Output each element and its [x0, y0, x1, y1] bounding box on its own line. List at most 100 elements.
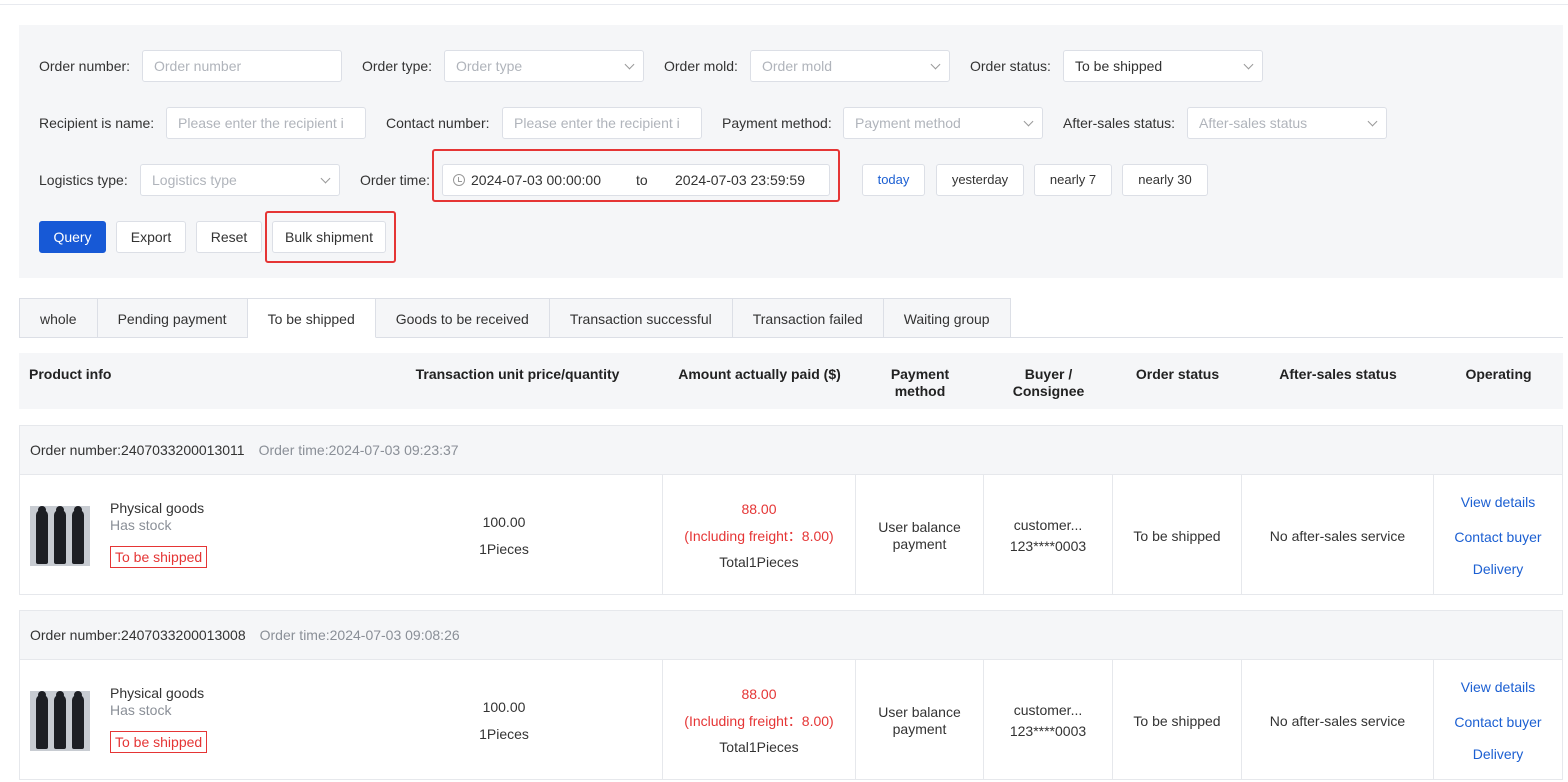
col-unit-price: Transaction unit price/quantity — [415, 366, 620, 382]
quantity: 1Pieces — [479, 541, 529, 557]
after-sales-cell: No after-sales service — [1242, 660, 1434, 780]
payment-method-placeholder: Payment method — [855, 115, 961, 131]
tab-transaction-failed[interactable]: Transaction failed — [732, 298, 884, 338]
order-time-label: Order time: — [360, 172, 431, 188]
order-status-label: Order status: — [970, 58, 1051, 74]
after-sales-placeholder: After-sales status — [1199, 115, 1308, 131]
order-status-value: To be shipped — [1075, 58, 1163, 74]
col-order-status: Order status — [1135, 366, 1220, 382]
export-button[interactable]: Export — [116, 221, 186, 253]
highlight-box-order-time — [432, 149, 840, 202]
chevron-down-icon — [1243, 59, 1254, 70]
table-header: Product info Transaction unit price/quan… — [19, 353, 1563, 409]
contact-number-input[interactable]: Please enter the recipient i — [502, 107, 702, 139]
chevron-down-icon — [320, 173, 331, 184]
product-stock: Has stock — [110, 702, 172, 718]
figure-body — [72, 695, 84, 749]
buyer-phone: 123****0003 — [1009, 723, 1087, 739]
reset-button[interactable]: Reset — [196, 221, 262, 253]
unit-price: 100.00 — [482, 514, 526, 530]
order-number: Order number:2407033200013011 — [30, 442, 245, 458]
order-card: Order number:2407033200013008 Order time:… — [19, 610, 1563, 780]
order-header: Order number:2407033200013011 Order time:… — [20, 426, 1562, 475]
status-badge: To be shipped — [110, 546, 208, 568]
tabs-divider — [1010, 337, 1563, 338]
view-details-link[interactable]: View details — [1434, 679, 1562, 696]
product-cell: Physical goods Has stock To be shipped 1… — [20, 660, 663, 780]
order-type-select[interactable]: Order type — [444, 50, 644, 82]
buyer-name: customer... — [1013, 702, 1083, 718]
logistics-type-select[interactable]: Logistics type — [140, 164, 340, 196]
order-time: Order time:2024-07-03 09:08:26 — [259, 627, 460, 643]
amount-paid: 88.00 — [741, 686, 777, 702]
buyer-name: customer... — [1013, 517, 1083, 533]
quick-range-yesterday[interactable]: yesterday — [936, 164, 1024, 196]
after-sales-label: After-sales status: — [1063, 115, 1176, 131]
freight-info: (Including freight：8.00) — [684, 528, 834, 544]
product-thumbnail[interactable] — [30, 506, 90, 566]
total-pieces: Total1Pieces — [719, 554, 799, 570]
freight-info: (Including freight：8.00) — [684, 713, 834, 729]
tab-pending-payment[interactable]: Pending payment — [97, 298, 248, 338]
after-sales-status: No after-sales service — [1269, 713, 1406, 729]
order-time: Order time:2024-07-03 09:23:37 — [258, 442, 459, 458]
order-mold-label: Order mold: — [664, 58, 738, 74]
status-badge: To be shipped — [110, 731, 208, 753]
payment-cell: User balance payment — [856, 475, 984, 595]
quick-range-nearly-30[interactable]: nearly 30 — [1122, 164, 1208, 196]
order-number: Order number:2407033200013008 — [30, 627, 246, 643]
col-payment-method-line1: Payment — [890, 366, 950, 382]
figure-body — [54, 510, 66, 564]
tab-whole[interactable]: whole — [19, 298, 98, 338]
order-header: Order number:2407033200013008 Order time:… — [20, 611, 1562, 660]
tab-goods-to-be-received[interactable]: Goods to be received — [375, 298, 550, 338]
chevron-down-icon — [1367, 116, 1378, 127]
view-details-link[interactable]: View details — [1434, 494, 1562, 511]
product-cell: Physical goods Has stock To be shipped 1… — [20, 475, 663, 595]
tab-waiting-group[interactable]: Waiting group — [883, 298, 1011, 338]
after-sales-select[interactable]: After-sales status — [1187, 107, 1387, 139]
col-after-sales-status: After-sales status — [1279, 366, 1397, 382]
status-tabs: whole Pending payment To be shipped Good… — [19, 298, 1011, 338]
unit-price: 100.00 — [482, 699, 526, 715]
operating-cell: View details Contact buyer Delivery — [1434, 660, 1562, 780]
product-thumbnail[interactable] — [30, 691, 90, 751]
order-type-label: Order type: — [362, 58, 433, 74]
order-number-input[interactable]: Order number — [142, 50, 342, 82]
delivery-link[interactable]: Delivery — [1434, 746, 1562, 763]
buyer-phone: 123****0003 — [1009, 538, 1087, 554]
query-button[interactable]: Query — [39, 221, 106, 253]
order-card: Order number:2407033200013011 Order time:… — [19, 425, 1563, 595]
recipient-input[interactable]: Please enter the recipient i — [166, 107, 366, 139]
operating-cell: View details Contact buyer Delivery — [1434, 475, 1562, 595]
amount-paid: 88.00 — [741, 501, 777, 517]
amount-cell: 88.00 (Including freight：8.00) Total1Pie… — [663, 660, 856, 780]
logistics-type-label: Logistics type: — [39, 172, 128, 188]
payment-method-select[interactable]: Payment method — [843, 107, 1043, 139]
logistics-type-placeholder: Logistics type — [152, 172, 237, 188]
tab-to-be-shipped[interactable]: To be shipped — [247, 298, 376, 338]
payment-cell: User balance payment — [856, 660, 984, 780]
order-status: To be shipped — [1133, 713, 1221, 729]
tab-transaction-successful[interactable]: Transaction successful — [549, 298, 733, 338]
order-status-select[interactable]: To be shipped — [1063, 50, 1263, 82]
contact-buyer-link[interactable]: Contact buyer — [1434, 529, 1562, 546]
quick-range-today[interactable]: today — [862, 164, 925, 196]
order-mold-select[interactable]: Order mold — [750, 50, 950, 82]
product-name[interactable]: Physical goods — [110, 500, 204, 516]
payment-method-line2: payment — [892, 721, 947, 737]
col-buyer: Buyer / Consignee — [984, 366, 1113, 400]
total-pieces: Total1Pieces — [719, 739, 799, 755]
amount-cell: 88.00 (Including freight：8.00) Total1Pie… — [663, 475, 856, 595]
col-payment-method-line2: method — [894, 383, 946, 399]
contact-buyer-link[interactable]: Contact buyer — [1434, 714, 1562, 731]
col-amount-paid: Amount actually paid ($) — [678, 366, 841, 382]
order-status: To be shipped — [1133, 528, 1221, 544]
quantity: 1Pieces — [479, 726, 529, 742]
col-buyer-line2: Consignee — [1012, 383, 1085, 399]
product-name[interactable]: Physical goods — [110, 685, 204, 701]
delivery-link[interactable]: Delivery — [1434, 561, 1562, 578]
quick-range-nearly-7[interactable]: nearly 7 — [1034, 164, 1112, 196]
figure-body — [36, 695, 48, 749]
highlight-box-bulk-shipment — [265, 211, 396, 263]
